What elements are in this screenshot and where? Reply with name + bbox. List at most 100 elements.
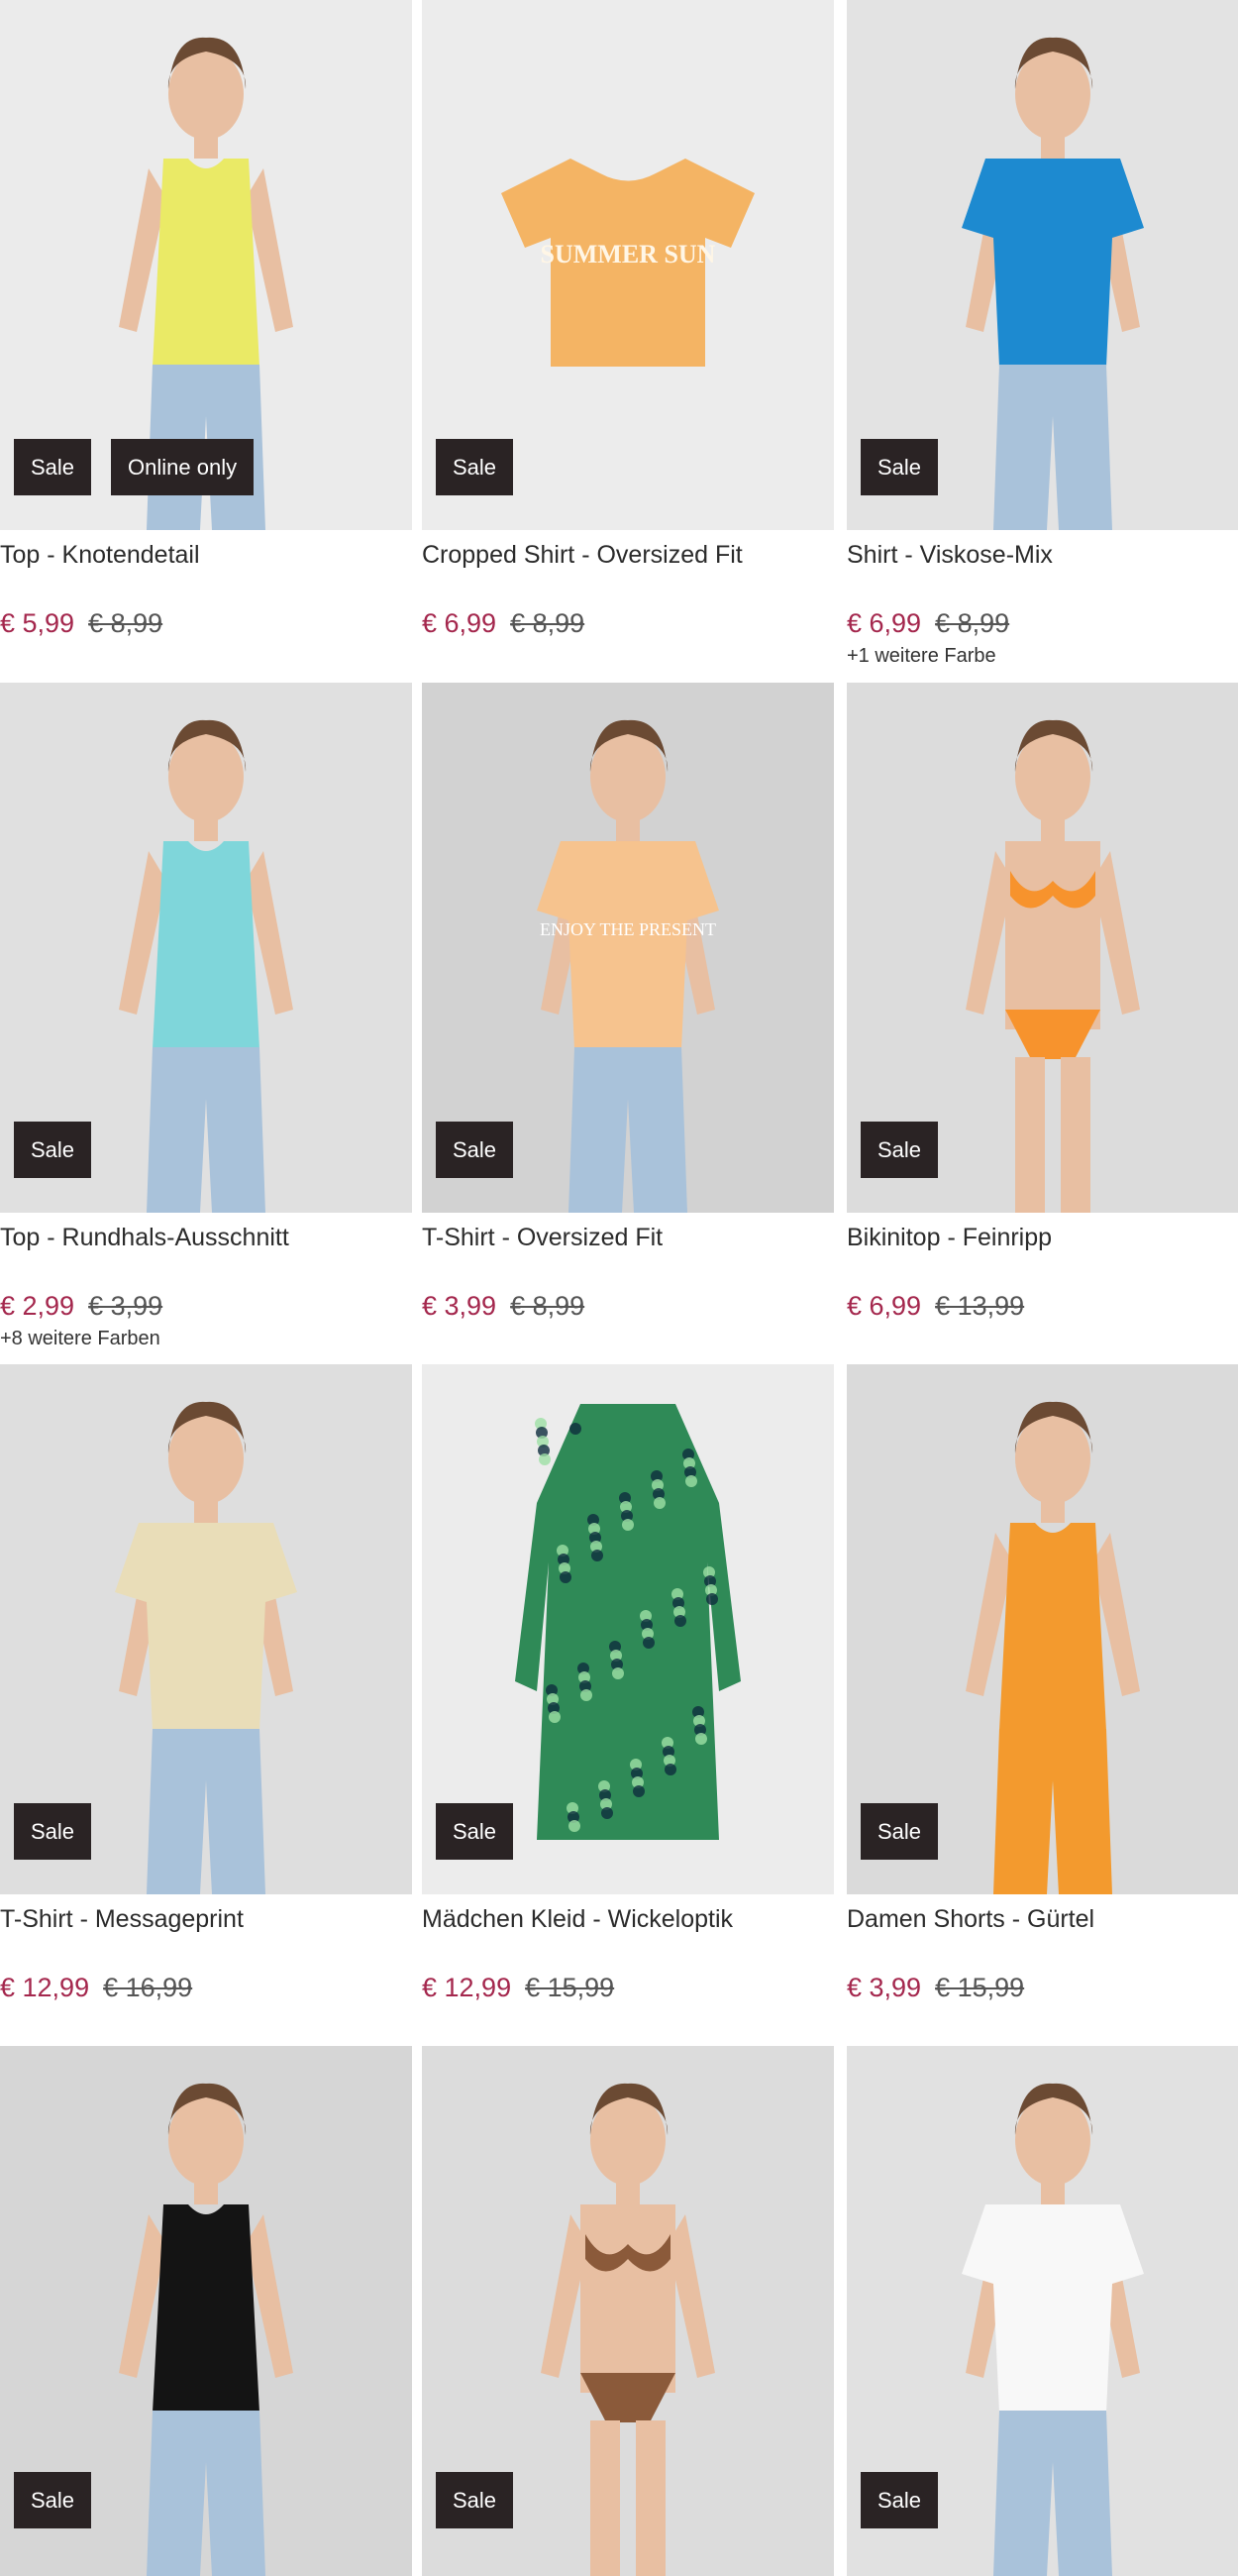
- original-price: € 8,99: [510, 608, 585, 638]
- dress-pattern-dot: [580, 1689, 592, 1701]
- product-title[interactable]: Shirt - Viskose-Mix: [847, 538, 1238, 572]
- dress-pattern-dot: [633, 1785, 645, 1797]
- shirt-print: ENJOY THE PRESENT: [540, 919, 716, 939]
- product-image[interactable]: Sale: [0, 2046, 412, 2576]
- garment-top: [153, 2204, 259, 2413]
- model-leg-left: [590, 2420, 620, 2576]
- dress-pattern-dot: [549, 1711, 561, 1723]
- model-torso: [1005, 841, 1100, 1029]
- badge-row: Sale: [436, 1803, 514, 1860]
- product-image[interactable]: ENJOY THE PRESENT Sale: [422, 683, 834, 1213]
- sale-badge: Sale: [861, 1803, 939, 1860]
- model-neck: [616, 816, 640, 841]
- product-card[interactable]: Sale Damen Shorts - Gürtel € 3,99 € 15,99: [847, 1364, 1238, 2003]
- sale-badge: Sale: [14, 1122, 92, 1178]
- dress-pattern-dot: [591, 1550, 603, 1561]
- product-card[interactable]: Sale: [0, 2046, 412, 2576]
- badge-row: Sale: [14, 1803, 92, 1860]
- product-card[interactable]: Sale Mädchen Kleid - Wickeloptik € 12,99…: [422, 1364, 834, 2003]
- product-title[interactable]: Top - Rundhals-Ausschnitt: [0, 1221, 412, 1254]
- dress-pattern-dot: [539, 1453, 551, 1465]
- product-card[interactable]: Sale Shirt - Viskose-Mix € 6,99 € 8,99 +1…: [847, 0, 1238, 668]
- original-price: € 15,99: [935, 1973, 1025, 2002]
- garment-top: [153, 159, 259, 367]
- garment-top: [999, 1523, 1106, 1731]
- price-row: € 12,99 € 15,99: [422, 1972, 834, 2003]
- product-image[interactable]: SUMMER SUN Sale: [422, 0, 834, 530]
- sale-badge: Sale: [436, 1803, 514, 1860]
- model-leg-right: [636, 2420, 666, 2576]
- product-card[interactable]: Sale Top - Rundhals-Ausschnitt € 2,99 € 3…: [0, 683, 412, 1350]
- model-neck: [616, 2180, 640, 2204]
- product-image[interactable]: Sale: [0, 683, 412, 1213]
- price-row: € 5,99 € 8,99: [0, 607, 412, 639]
- garment-top: [153, 841, 259, 1049]
- more-colors-link[interactable]: +8 weitere Farben: [0, 1328, 412, 1350]
- product-card[interactable]: Sale: [847, 2046, 1238, 2576]
- price-row: € 3,99 € 8,99: [422, 1290, 834, 1322]
- product-card[interactable]: ENJOY THE PRESENT Sale T-Shirt - Oversiz…: [422, 683, 834, 1322]
- model-leg-right: [1061, 1057, 1090, 1213]
- sale-price: € 2,99: [0, 1291, 75, 1321]
- product-title[interactable]: Bikinitop - Feinripp: [847, 1221, 1238, 1254]
- product-card[interactable]: Sale Bikinitop - Feinripp € 6,99 € 13,99: [847, 683, 1238, 1322]
- original-price: € 13,99: [935, 1291, 1025, 1321]
- price-row: € 3,99 € 15,99: [847, 1972, 1238, 2003]
- dress-pattern-dot: [622, 1519, 634, 1531]
- product-card[interactable]: Sale: [422, 2046, 834, 2576]
- price-row: € 6,99 € 8,99: [847, 607, 1238, 639]
- badge-row: Sale: [861, 2472, 939, 2528]
- product-image[interactable]: Sale: [0, 1364, 412, 1894]
- product-image[interactable]: Sale: [847, 683, 1238, 1213]
- original-price: € 3,99: [88, 1291, 163, 1321]
- sale-badge: Sale: [861, 439, 939, 495]
- model-leg-left: [1015, 1057, 1045, 1213]
- dress-pattern-dot: [654, 1497, 666, 1509]
- sale-price: € 12,99: [0, 1973, 90, 2002]
- price-row: € 6,99 € 13,99: [847, 1290, 1238, 1322]
- product-title[interactable]: Damen Shorts - Gürtel: [847, 1902, 1238, 1936]
- model-neck: [194, 1498, 218, 1523]
- original-price: € 8,99: [935, 608, 1010, 638]
- sale-badge: Sale: [436, 439, 514, 495]
- sale-price: € 12,99: [422, 1973, 512, 2002]
- product-card[interactable]: Sale Online only Top - Knotendetail € 5,…: [0, 0, 412, 639]
- product-image[interactable]: Sale: [847, 0, 1238, 530]
- badge-row: Sale Online only: [14, 439, 255, 495]
- product-image[interactable]: Sale: [847, 1364, 1238, 1894]
- sale-price: € 5,99: [0, 608, 75, 638]
- sale-badge: Sale: [436, 1122, 514, 1178]
- product-image[interactable]: Sale Online only: [0, 0, 412, 530]
- badge-row: Sale: [436, 2472, 514, 2528]
- sale-badge: Sale: [14, 439, 92, 495]
- product-image[interactable]: Sale: [422, 1364, 834, 1894]
- online-only-badge: Online only: [111, 439, 255, 495]
- original-price: € 15,99: [525, 1973, 615, 2002]
- product-image[interactable]: Sale: [847, 2046, 1238, 2576]
- product-card[interactable]: SUMMER SUN Sale Cropped Shirt - Oversize…: [422, 0, 834, 639]
- badge-row: Sale: [861, 1122, 939, 1178]
- original-price: € 16,99: [103, 1973, 193, 2002]
- product-title[interactable]: T-Shirt - Messageprint: [0, 1902, 412, 1936]
- model-neck: [1041, 2180, 1065, 2204]
- badge-row: Sale: [436, 439, 514, 495]
- badge-row: Sale: [14, 1122, 92, 1178]
- product-image[interactable]: Sale: [422, 2046, 834, 2576]
- product-title[interactable]: T-Shirt - Oversized Fit: [422, 1221, 834, 1254]
- dress-pattern-dot: [706, 1593, 718, 1605]
- more-colors-link[interactable]: +1 weitere Farbe: [847, 645, 1238, 668]
- sale-price: € 3,99: [422, 1291, 497, 1321]
- model-neck: [194, 2180, 218, 2204]
- product-title[interactable]: Mädchen Kleid - Wickeloptik: [422, 1902, 834, 1936]
- product-card[interactable]: Sale T-Shirt - Messageprint € 12,99 € 16,…: [0, 1364, 412, 2003]
- sale-price: € 6,99: [847, 1291, 922, 1321]
- dress-pattern-dot: [601, 1807, 613, 1819]
- product-title[interactable]: Top - Knotendetail: [0, 538, 412, 572]
- dress-pattern-dot: [643, 1637, 655, 1649]
- sale-price: € 6,99: [422, 608, 497, 638]
- product-title[interactable]: Cropped Shirt - Oversized Fit: [422, 538, 834, 572]
- price-row: € 6,99 € 8,99: [422, 607, 834, 639]
- sale-badge: Sale: [14, 2472, 92, 2528]
- sale-badge: Sale: [436, 2472, 514, 2528]
- dress-pattern-dot: [674, 1615, 686, 1627]
